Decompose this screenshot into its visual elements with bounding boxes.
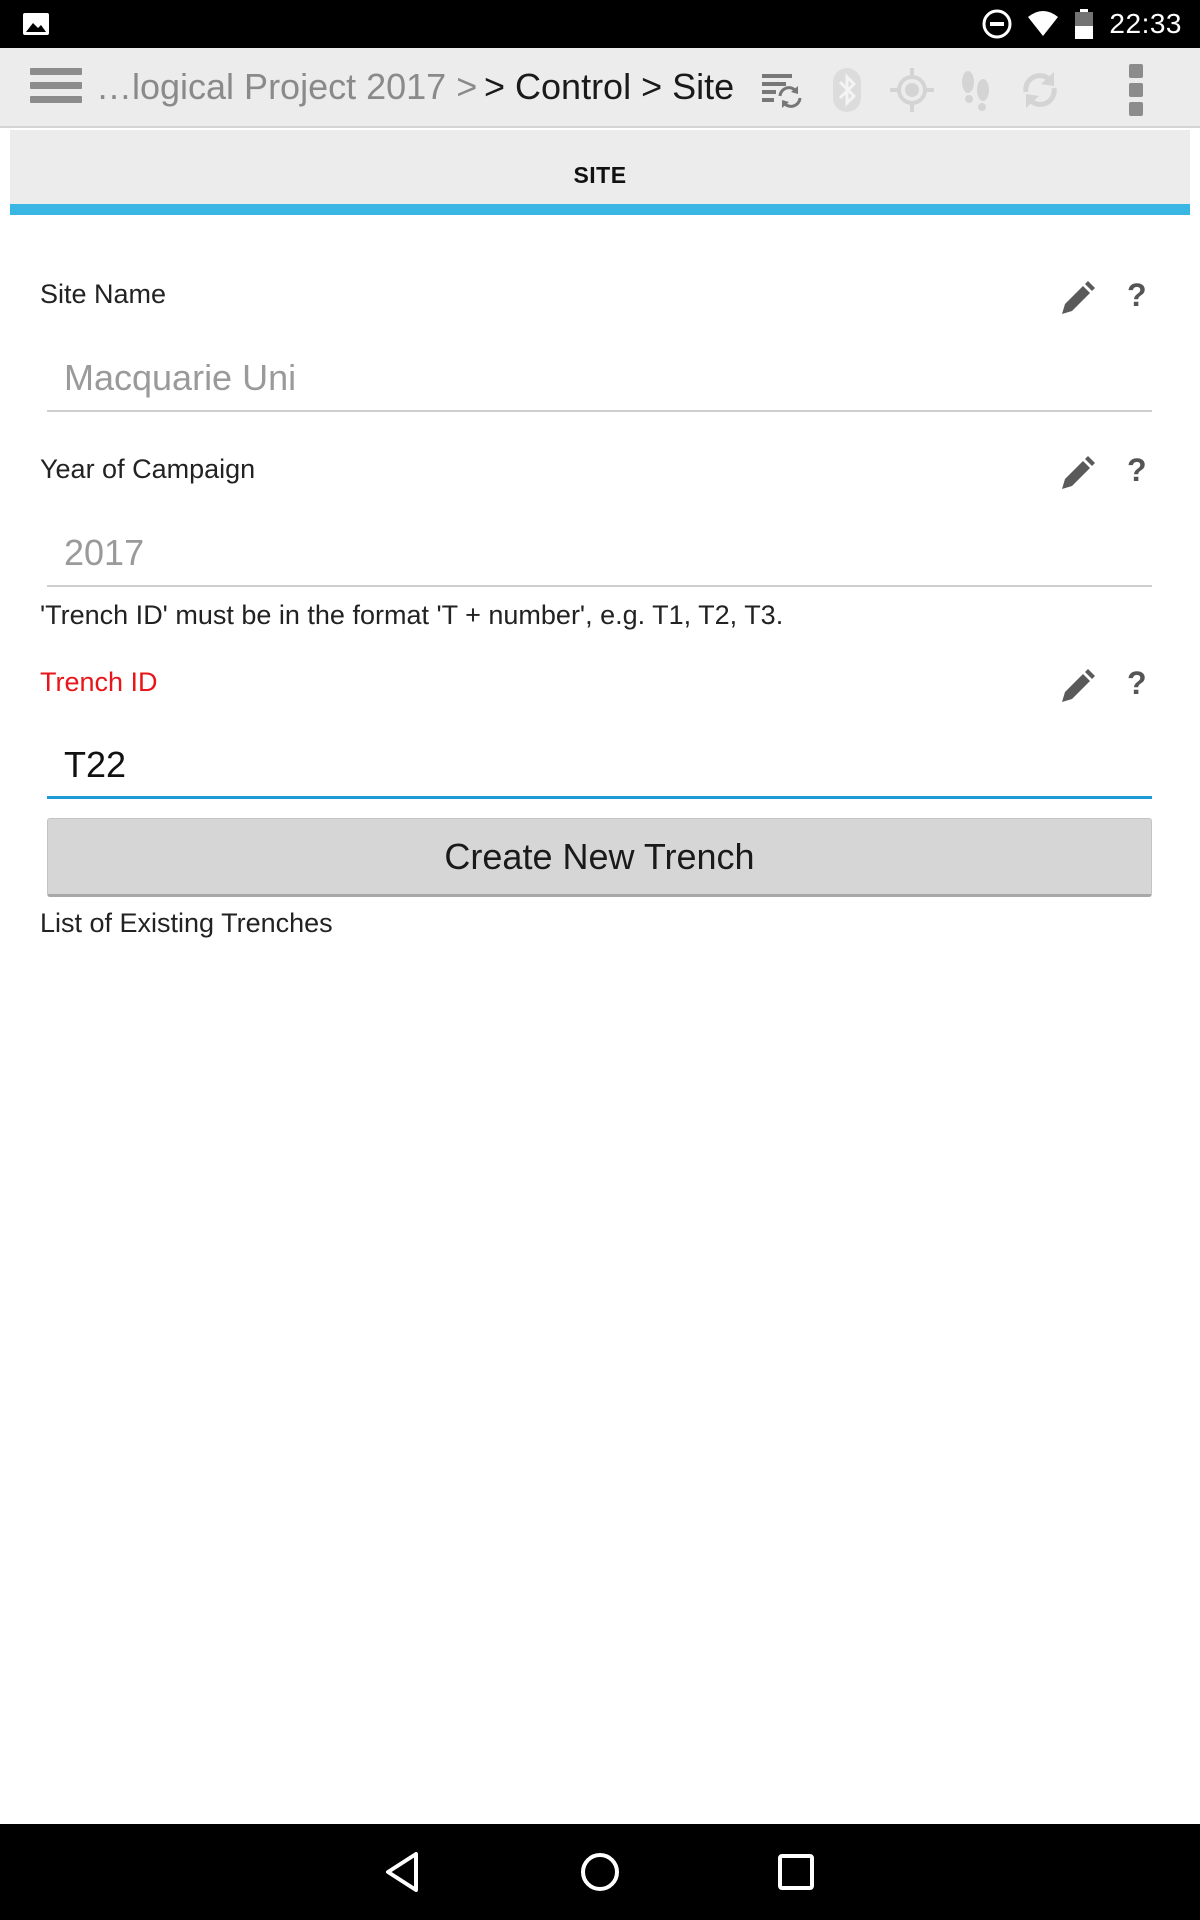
site-name-actions: ?: [1045, 273, 1155, 321]
navigation-bar: [0, 1824, 1200, 1920]
tab-site[interactable]: SITE: [10, 130, 1190, 204]
gps-icon[interactable]: [888, 66, 936, 114]
site-name-label: Site Name: [40, 279, 167, 309]
menu-icon[interactable]: [30, 68, 82, 108]
battery-icon: [1075, 9, 1094, 39]
recents-icon[interactable]: [772, 1848, 820, 1896]
site-name-input[interactable]: [47, 346, 1152, 412]
sync-list-icon[interactable]: [758, 66, 806, 114]
site-form: Site Name ? Year of Campaign ? 'Trench I…: [10, 215, 1190, 1823]
year-of-campaign-input[interactable]: [47, 521, 1152, 587]
trench-id-label: Trench ID: [40, 667, 158, 697]
back-icon[interactable]: [380, 1848, 428, 1896]
breadcrumb-current: > Control > Site: [484, 66, 735, 107]
trench-id-format-hint: 'Trench ID' must be in the format 'T + n…: [40, 600, 784, 630]
edit-pencil-icon[interactable]: [1059, 281, 1095, 317]
trench-id-input[interactable]: [47, 733, 1152, 799]
wifi-icon: [1028, 11, 1059, 36]
bluetooth-icon[interactable]: [823, 66, 871, 114]
edit-pencil-icon[interactable]: [1059, 669, 1095, 705]
status-bar: 22:33: [0, 0, 1200, 48]
help-icon[interactable]: ?: [1127, 661, 1147, 705]
year-of-campaign-label: Year of Campaign: [40, 454, 256, 484]
home-icon[interactable]: [576, 1848, 624, 1896]
do-not-disturb-icon: [982, 9, 1012, 39]
overflow-menu-icon[interactable]: [1124, 64, 1148, 116]
edit-pencil-icon[interactable]: [1059, 456, 1095, 492]
image-notification-icon: [23, 13, 49, 35]
year-of-campaign-actions: ?: [1045, 448, 1155, 496]
footsteps-icon[interactable]: [952, 66, 1000, 114]
create-new-trench-button[interactable]: Create New Trench: [47, 818, 1152, 897]
status-icons: 22:33: [981, 0, 1182, 48]
tab-site-label: SITE: [573, 162, 627, 188]
trench-id-actions: ?: [1045, 661, 1155, 709]
help-icon[interactable]: ?: [1127, 448, 1147, 492]
status-time: 22:33: [1109, 8, 1182, 39]
refresh-icon[interactable]: [1016, 66, 1064, 114]
help-icon[interactable]: ?: [1127, 273, 1147, 317]
existing-trenches-label: List of Existing Trenches: [40, 908, 333, 938]
breadcrumb-previous[interactable]: …logical Project 2017 >: [96, 66, 477, 108]
tab-indicator: [10, 204, 1190, 215]
app-toolbar: …logical Project 2017 > > Control > Site: [0, 48, 1200, 128]
